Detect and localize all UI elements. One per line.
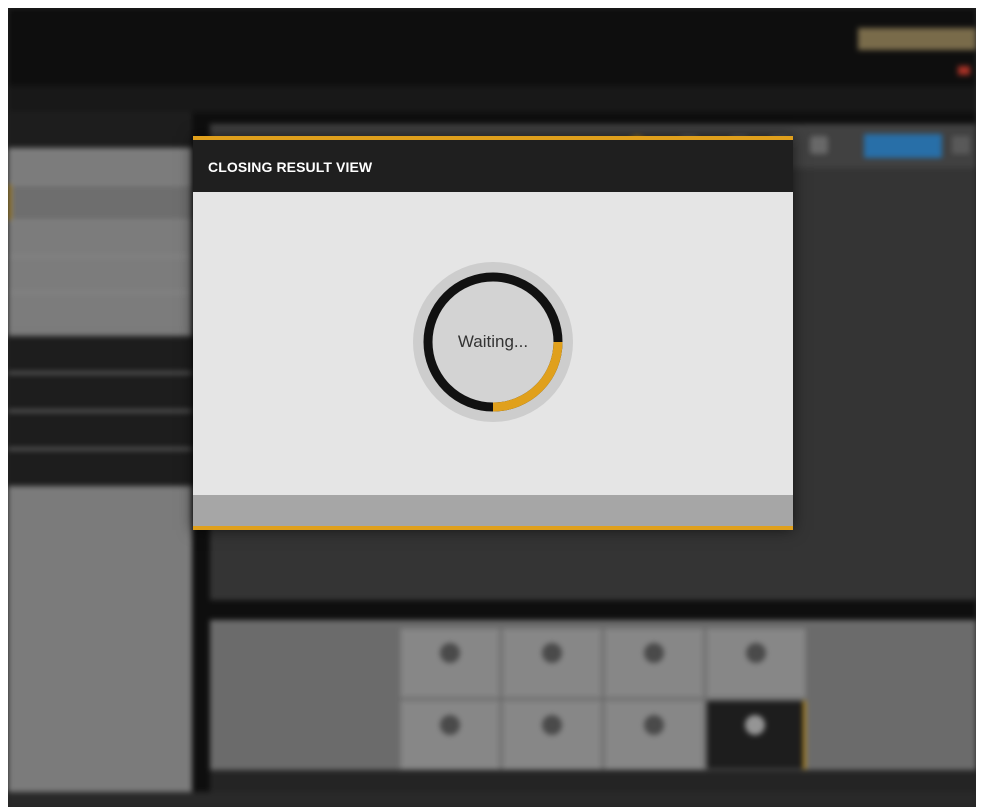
dialog-body: Waiting... bbox=[193, 192, 793, 495]
app-frame: CLOSING RESULT VIEW Waiting... bbox=[8, 8, 976, 807]
closing-dialog: CLOSING RESULT VIEW Waiting... bbox=[193, 136, 793, 530]
waiting-label: Waiting... bbox=[457, 332, 529, 351]
dialog-header: CLOSING RESULT VIEW bbox=[193, 136, 793, 192]
dialog-title: CLOSING RESULT VIEW bbox=[208, 159, 373, 175]
progress-spinner: Waiting... bbox=[413, 262, 573, 422]
dialog-footer bbox=[193, 495, 793, 530]
